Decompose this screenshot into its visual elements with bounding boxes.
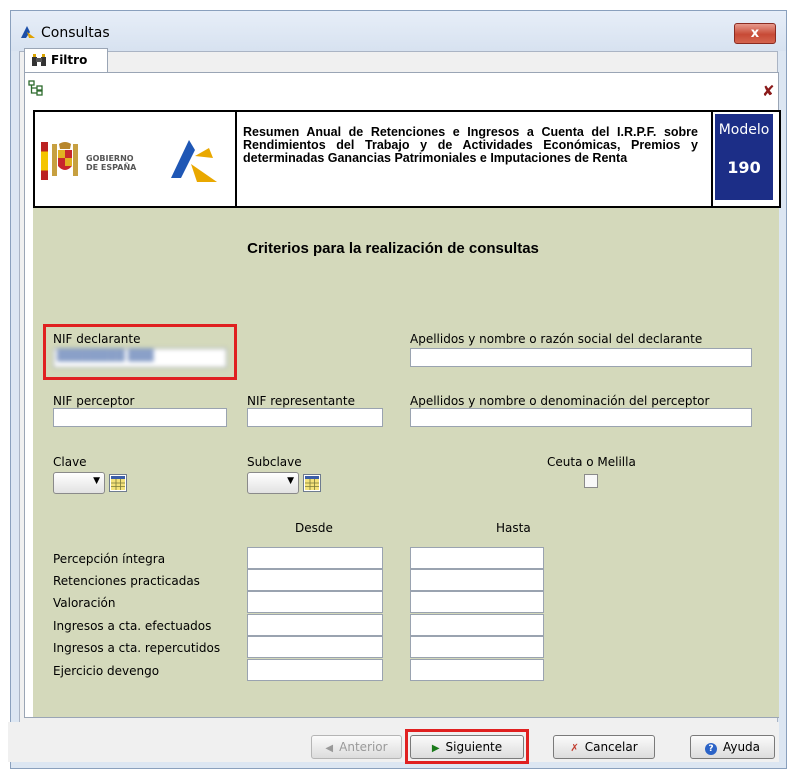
nif-declarante-label: NIF declarante <box>53 332 141 346</box>
clave-table-icon[interactable] <box>109 474 127 492</box>
nif-perceptor-label: NIF perceptor <box>53 394 135 408</box>
previous-label: Anterior <box>339 740 388 754</box>
previous-button[interactable]: ◀ Anterior <box>311 735 402 759</box>
subclave-select[interactable]: ▼ <box>247 472 299 494</box>
help-label: Ayuda <box>722 740 761 754</box>
tab-label: Filtro <box>51 53 88 67</box>
remove-filter-icon[interactable]: ✘ <box>762 82 775 100</box>
cancel-icon: ✗ <box>570 743 579 754</box>
cancel-label: Cancelar <box>584 740 638 754</box>
model-description-cell: Resumen Anual de Retenciones e Ingresos … <box>237 112 707 206</box>
tree-icon[interactable] <box>28 80 44 96</box>
range-to-input[interactable] <box>410 614 544 636</box>
help-button[interactable]: ? Ayuda <box>690 735 775 759</box>
range-from-input[interactable] <box>247 547 383 569</box>
logo-line-1: GOBIERNO <box>86 154 134 163</box>
window-title: Consultas <box>41 25 110 41</box>
range-from-input[interactable] <box>247 614 383 636</box>
range-label: Percepción íntegra <box>53 552 166 566</box>
clave-select[interactable]: ▼ <box>53 472 105 494</box>
model-badge: Modelo 190 <box>715 114 773 200</box>
title-bar[interactable]: Consultas x <box>11 11 786 51</box>
apellidos-declarante-label: Apellidos y nombre o razón social del de… <box>410 332 703 346</box>
binoculars-icon <box>32 54 46 66</box>
nif-representante-label: NIF representante <box>247 394 355 408</box>
range-from-input[interactable] <box>247 591 383 613</box>
nif-declarante-input[interactable]: ████████ ███ <box>53 348 227 368</box>
ceuta-melilla-label: Ceuta o Melilla <box>547 455 636 469</box>
arrow-left-icon: ◀ <box>325 743 334 754</box>
next-button[interactable]: ▶ Siguiente <box>410 735 524 759</box>
chevron-down-icon: ▼ <box>93 476 100 486</box>
ceuta-melilla-checkbox[interactable] <box>584 474 598 488</box>
desde-header: Desde <box>295 521 333 535</box>
range-to-input[interactable] <box>410 569 544 591</box>
range-label: Ejercicio devengo <box>53 664 160 678</box>
range-to-input[interactable] <box>410 591 544 613</box>
form-title: Criterios para la realización de consult… <box>247 240 539 257</box>
range-to-input[interactable] <box>410 636 544 658</box>
cancel-button[interactable]: ✗ Cancelar <box>553 735 655 759</box>
app-icon <box>21 26 35 38</box>
chevron-down-icon: ▼ <box>287 476 294 486</box>
subclave-label: Subclave <box>247 455 302 469</box>
model-cell: Modelo 190 <box>711 112 779 206</box>
range-label: Valoración <box>53 596 116 610</box>
nif-representante-input[interactable] <box>247 408 383 427</box>
subclave-table-icon[interactable] <box>303 474 321 492</box>
button-bar: ◀ Anterior ▶ Siguiente ✗ Cancelar ? Ayuda <box>8 722 779 764</box>
agencia-tributaria-logo-icon <box>171 140 217 182</box>
range-from-input[interactable] <box>247 569 383 591</box>
next-label: Siguiente <box>445 740 503 754</box>
model-label: Modelo <box>718 122 770 138</box>
range-label: Ingresos a cta. repercutidos <box>53 641 221 655</box>
model-description: Resumen Anual de Retenciones e Ingresos … <box>243 125 698 165</box>
hasta-header: Hasta <box>496 521 531 535</box>
help-icon: ? <box>704 743 717 755</box>
arrow-right-icon: ▶ <box>431 743 440 754</box>
coat-of-arms-icon <box>52 142 78 176</box>
model-header: GOBIERNO DE ESPAÑA Resumen Anual de Rete… <box>33 110 781 208</box>
apellidos-perceptor-input[interactable] <box>410 408 752 427</box>
logo-line-2: DE ESPAÑA <box>86 163 137 172</box>
flag-strip <box>41 142 48 180</box>
apellidos-perceptor-label: Apellidos y nombre o denominación del pe… <box>410 394 710 408</box>
range-from-input[interactable] <box>247 659 383 681</box>
range-from-input[interactable] <box>247 636 383 658</box>
range-to-input[interactable] <box>410 547 544 569</box>
clave-label: Clave <box>53 455 87 469</box>
range-label: Retenciones practicadas <box>53 574 200 588</box>
nif-perceptor-input[interactable] <box>53 408 227 427</box>
apellidos-declarante-input[interactable] <box>410 348 752 367</box>
tab-filtro[interactable]: Filtro <box>24 48 108 72</box>
close-button[interactable]: x <box>734 23 776 44</box>
logo-cell: GOBIERNO DE ESPAÑA <box>35 112 237 206</box>
criteria-form: Criterios para la realización de consult… <box>33 208 779 717</box>
range-label: Ingresos a cta. efectuados <box>53 619 212 633</box>
model-number: 190 <box>727 158 761 177</box>
range-to-input[interactable] <box>410 659 544 681</box>
government-logo-text: GOBIERNO DE ESPAÑA <box>86 154 136 172</box>
